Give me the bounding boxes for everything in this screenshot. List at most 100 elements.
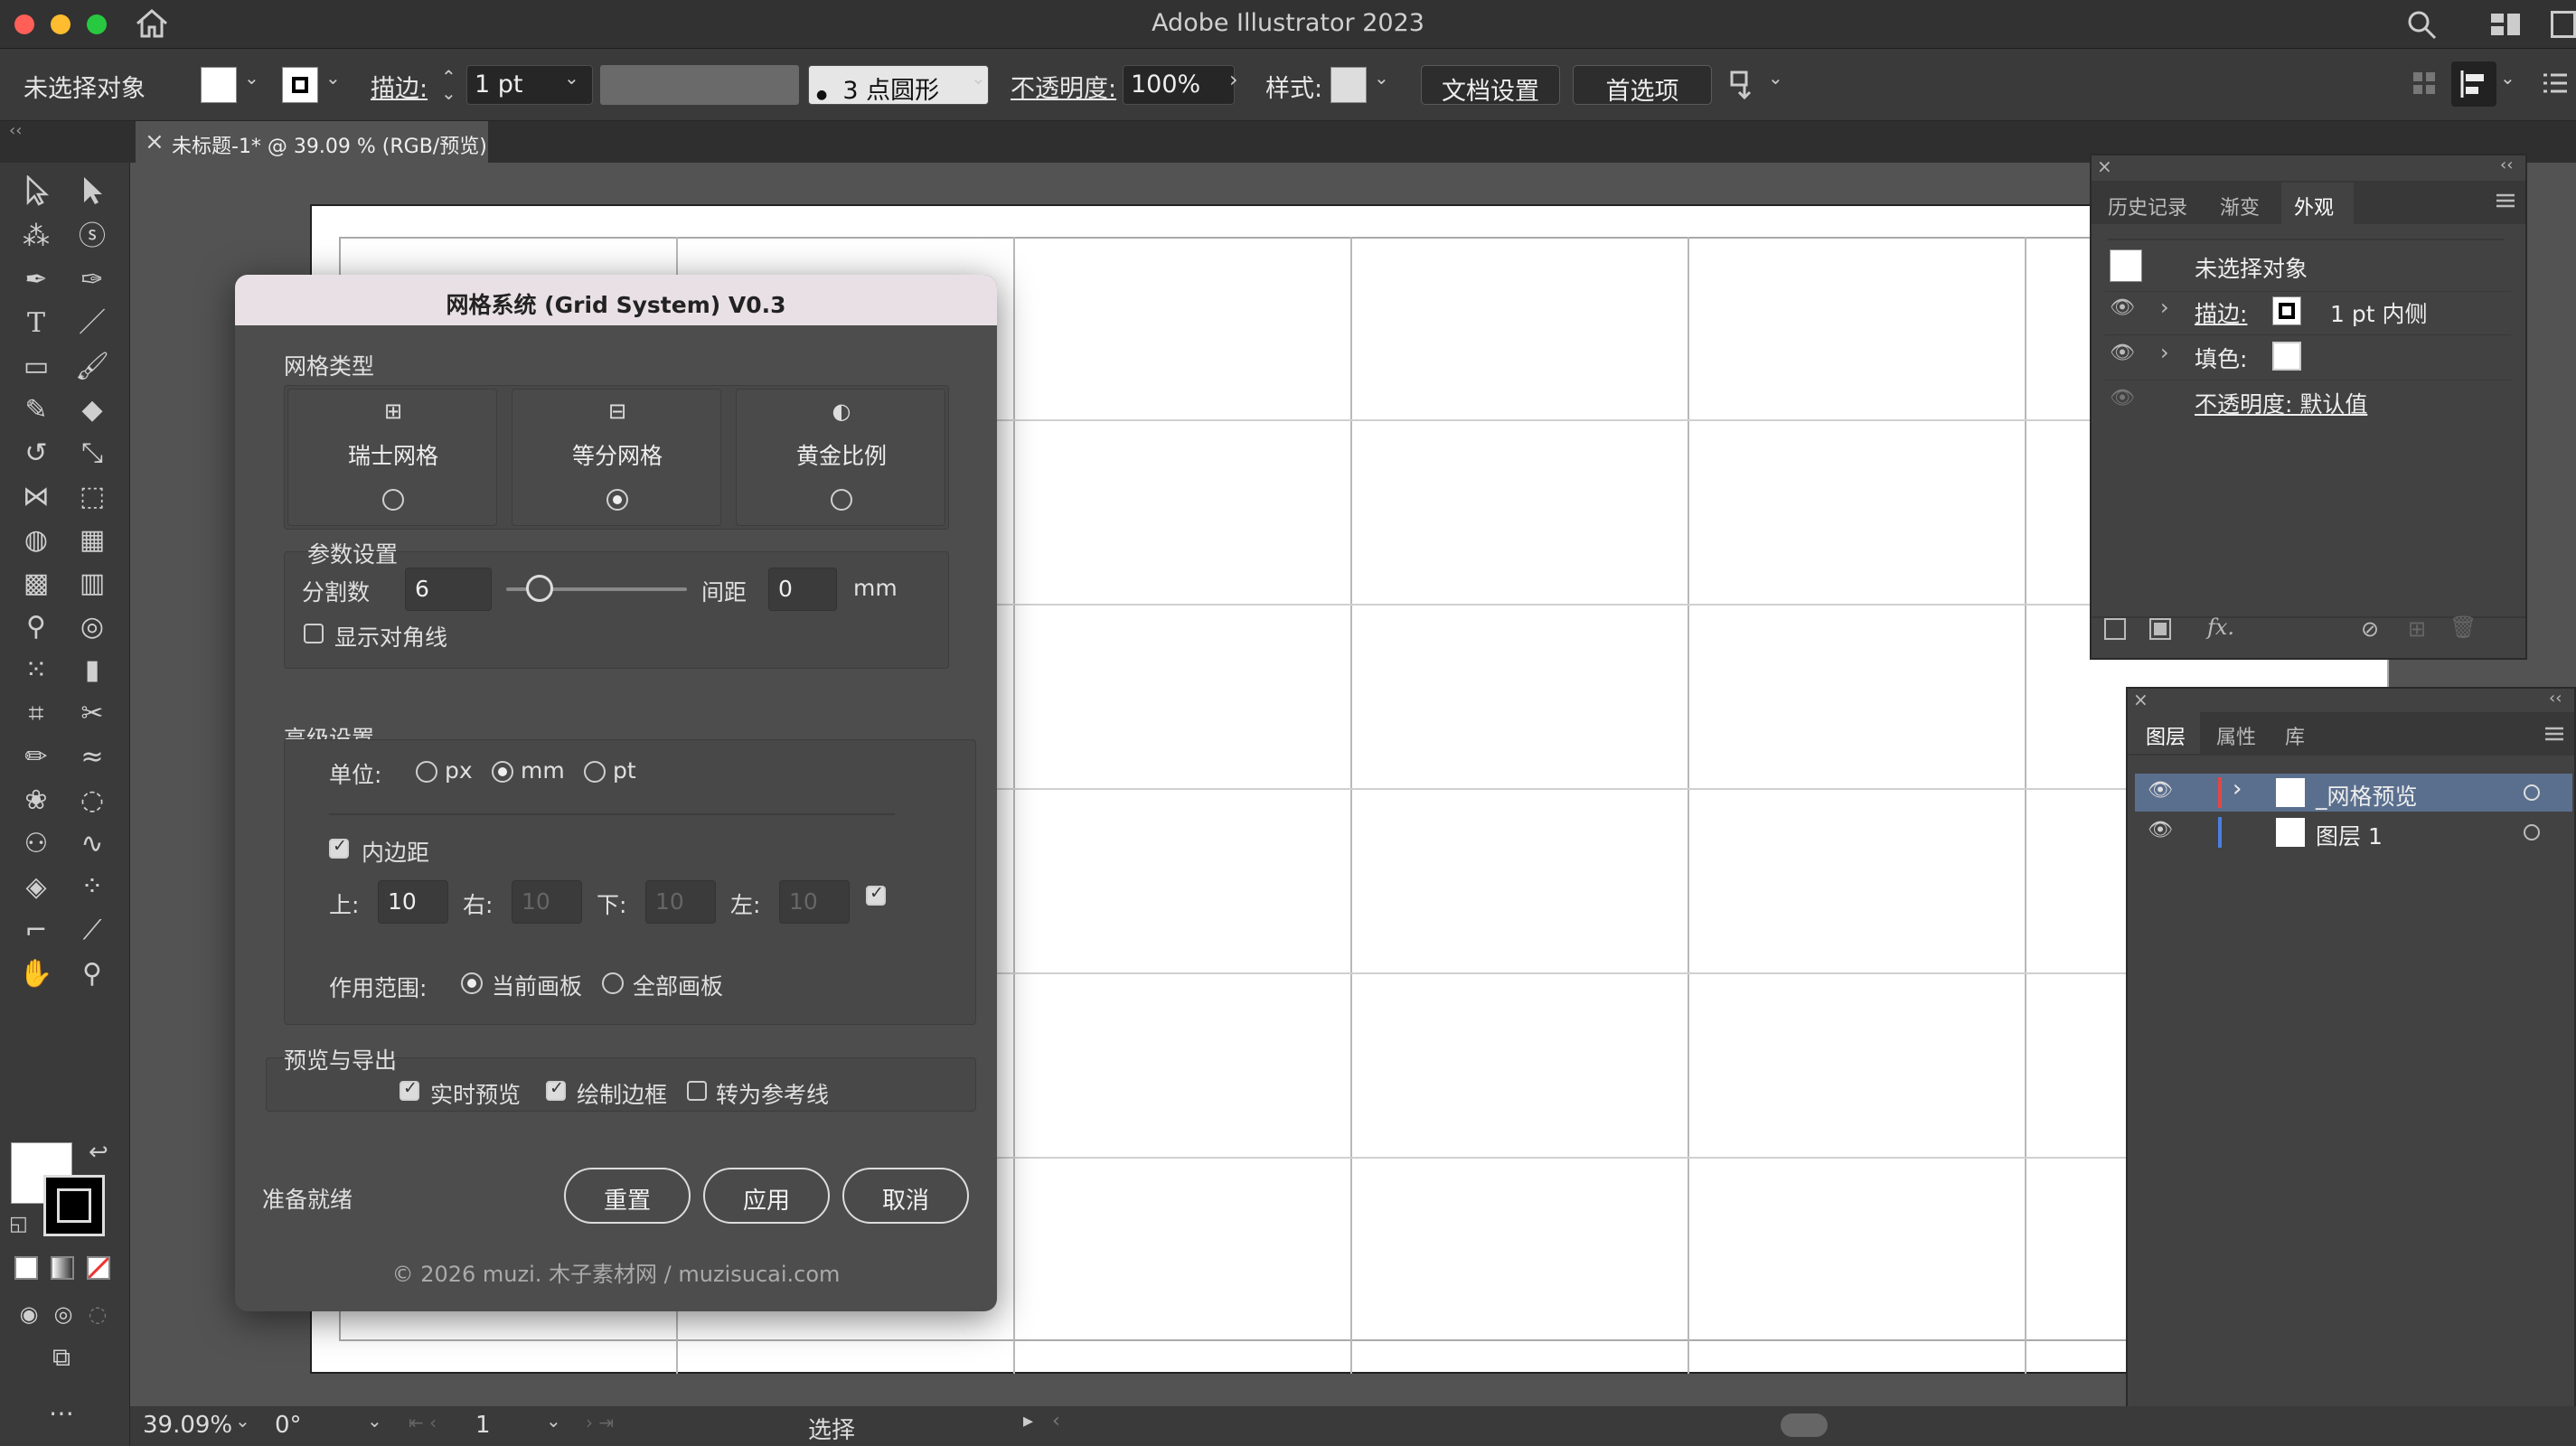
add-fill-icon[interactable] (2149, 618, 2171, 640)
crop-tool-icon[interactable]: ⌐ (16, 913, 56, 949)
status-menu-icon[interactable]: ▸ (1023, 1410, 1033, 1432)
variable-width-profile[interactable] (600, 65, 799, 105)
close-panel-icon[interactable]: × (2133, 689, 2148, 710)
tab-libraries[interactable]: 库 (2285, 712, 2305, 754)
type-tool-icon[interactable]: T (16, 305, 56, 342)
gradient-mode-icon[interactable] (51, 1256, 74, 1280)
fill-swatch[interactable] (2272, 342, 2301, 371)
smooth-tool-icon[interactable]: ≈ (72, 739, 112, 775)
chevron-down-icon[interactable]: ⌄ (546, 1410, 561, 1432)
opacity-label[interactable]: 不透明度: (1011, 69, 1116, 104)
layer-row[interactable]: 👁 › _网格预览 (2135, 774, 2572, 812)
preferences-button[interactable]: 首选项 (1573, 65, 1712, 106)
padding-left-input[interactable]: 10 (779, 880, 850, 924)
panel-menu-icon[interactable] (2543, 725, 2565, 746)
more-tools-icon[interactable]: ⋯ (42, 1395, 81, 1432)
symbol-sprayer-tool-icon[interactable]: ⁙ (16, 653, 56, 689)
chevron-down-icon[interactable]: ⌄ (564, 67, 579, 89)
eye-icon[interactable]: 👁 (2110, 296, 2135, 319)
scroll-left-icon[interactable]: ‹ (1052, 1410, 1060, 1432)
draw-border-checkbox[interactable] (546, 1078, 566, 1101)
scope-radio-all[interactable] (602, 972, 624, 994)
swap-colors-icon[interactable]: ↩ (89, 1139, 108, 1166)
padding-bottom-input[interactable]: 10 (645, 880, 716, 924)
measure-tool-icon[interactable]: ⟋ (72, 913, 112, 949)
search-icon[interactable] (2406, 9, 2439, 42)
collapse-toolbar-icon[interactable]: ‹‹ (9, 121, 22, 140)
blend-tool-icon[interactable]: ◎ (72, 609, 112, 645)
pencil-tool-icon[interactable]: ✏ (16, 739, 56, 775)
add-effect-icon[interactable]: fx. (2207, 615, 2234, 640)
hand-tool-icon[interactable]: ✋ (16, 956, 56, 992)
color-mode-icon[interactable] (14, 1256, 38, 1280)
last-artboard-icon[interactable]: › ⇥ (586, 1412, 614, 1433)
screen-mode-icon[interactable]: ⧉ (42, 1339, 81, 1376)
default-colors-icon[interactable]: ◱ (9, 1213, 28, 1235)
chevron-down-icon[interactable]: ⌄ (2500, 67, 2515, 89)
tab-appearance[interactable]: 外观 (2281, 183, 2354, 224)
grid-type-option-equal[interactable]: ⊟ 等分网格 (512, 389, 721, 526)
layer-target-icon[interactable] (2524, 784, 2540, 801)
chevron-down-icon[interactable]: ⌄ (235, 1410, 250, 1432)
curvature-tool-icon[interactable]: ✑ (72, 262, 112, 298)
warp-tool-icon[interactable]: ❀ (16, 783, 56, 819)
chevron-down-icon[interactable]: ⌄ (244, 67, 259, 89)
close-panel-icon[interactable]: × (2097, 155, 2112, 177)
layer-name[interactable]: _网格预览 (2316, 779, 2418, 812)
fill-swatch[interactable] (201, 67, 237, 103)
appearance-stroke-label[interactable]: 描边: (2195, 296, 2247, 329)
rotation-value[interactable]: 0° (275, 1412, 302, 1439)
free-transform-tool-icon[interactable]: ⬚ (72, 479, 112, 515)
show-diagonal-checkbox[interactable] (304, 624, 324, 643)
live-paint-tool-icon[interactable]: ◈ (16, 869, 56, 906)
artboard-number[interactable]: 1 (475, 1412, 491, 1439)
arrange-icon[interactable] (1728, 69, 1761, 101)
knife-tool-icon[interactable]: ∿ (72, 826, 112, 862)
eyedropper-tool-icon[interactable]: ⚲ (16, 609, 56, 645)
chevron-down-icon[interactable]: ⌄ (1768, 67, 1783, 89)
stepper-icon[interactable]: ⌃ ⌄ (441, 68, 456, 102)
chevron-down-icon[interactable]: ⌄ (1374, 67, 1389, 89)
grid-type-radio-equal[interactable] (606, 489, 628, 511)
shaper-tool-icon[interactable]: ✎ (16, 392, 56, 428)
document-setup-button[interactable]: 文档设置 (1421, 65, 1560, 106)
chevron-down-icon[interactable]: ⌄ (325, 67, 341, 89)
link-padding-checkbox[interactable] (866, 883, 886, 906)
rotate-tool-icon[interactable]: ↺ (16, 436, 56, 472)
tab-properties[interactable]: 属性 (2216, 712, 2256, 754)
paintbrush-tool-icon[interactable]: 🖌 (72, 349, 112, 385)
stroke-color-swatch[interactable] (43, 1175, 105, 1236)
divisions-slider-thumb[interactable] (526, 575, 553, 602)
column-graph-tool-icon[interactable]: ▮ (72, 653, 112, 689)
first-artboard-icon[interactable]: ⇤ ‹ (409, 1412, 437, 1433)
eye-icon[interactable]: 👁 (2148, 779, 2173, 802)
chevron-right-icon[interactable]: › (1229, 67, 1238, 92)
artboard-tool-icon[interactable]: ⌗ (16, 696, 56, 732)
workspace-switcher-icon[interactable] (2489, 11, 2522, 38)
panel-menu-icon[interactable] (2495, 192, 2516, 213)
perspective-grid-tool-icon[interactable]: ▦ (72, 522, 112, 559)
lasso-tool-icon[interactable]: ⓢ (72, 219, 112, 255)
menu-list-icon[interactable] (2542, 70, 2569, 96)
stroke-label[interactable]: 描边: (371, 69, 428, 104)
collapse-panel-icon[interactable]: ‹‹ (2549, 689, 2562, 708)
panel-toggle-icon[interactable] (2551, 11, 2576, 38)
eye-icon[interactable]: 👁 (2110, 342, 2135, 364)
collapse-panel-icon[interactable]: ‹‹ (2500, 155, 2513, 174)
scope-radio-current[interactable] (461, 972, 483, 994)
magic-wand-tool-icon[interactable]: ⁂ (16, 219, 56, 255)
unit-radio-px[interactable] (416, 761, 437, 783)
chevron-right-icon[interactable]: › (2160, 295, 2169, 320)
stroke-swatch[interactable] (282, 67, 318, 103)
padding-right-input[interactable]: 10 (512, 880, 582, 924)
shape-builder-tool-icon[interactable]: ◍ (16, 522, 56, 559)
gradient-tool-icon[interactable]: ▥ (72, 566, 112, 602)
draw-inside-icon[interactable]: ◌ (78, 1296, 118, 1332)
chevron-right-icon[interactable]: › (2160, 340, 2169, 365)
slice-tool-icon[interactable]: ✂ (72, 696, 112, 732)
width-tool-icon[interactable]: ⋈ (16, 479, 56, 515)
padding-checkbox[interactable] (329, 836, 349, 859)
pen-tool-icon[interactable]: ✒ (16, 262, 56, 298)
align-grid-icon[interactable] (2411, 70, 2437, 96)
chevron-right-icon[interactable]: › (2233, 775, 2242, 803)
